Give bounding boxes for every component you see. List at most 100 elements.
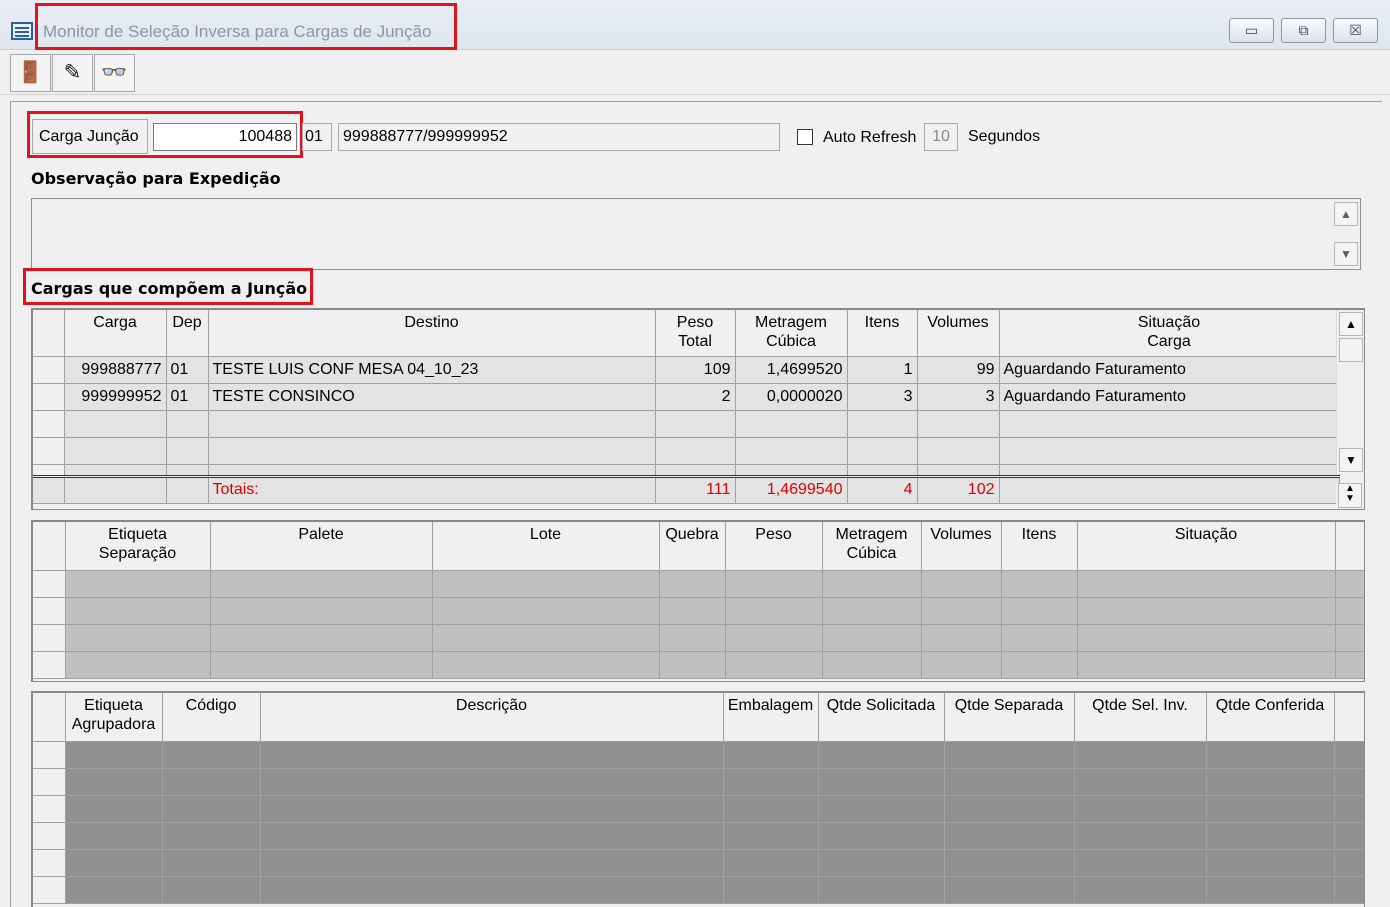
auto-refresh-checkbox[interactable] [797, 129, 813, 145]
col-qtde-separada[interactable]: Qtde Separada [944, 693, 1075, 742]
exit-button[interactable]: 🚪 [10, 54, 51, 92]
table-row[interactable]: 999999952 01 TESTE CONSINCO 2 0,0000020 … [33, 383, 1340, 411]
col-dep[interactable]: Dep [166, 310, 209, 357]
col-agrupadora-line1: Etiqueta [84, 697, 143, 714]
table-row[interactable] [33, 822, 1364, 850]
clear-button[interactable]: ✎ [52, 54, 93, 92]
col-codigo[interactable]: Código [162, 693, 261, 742]
table-row[interactable] [33, 410, 1340, 438]
table-row[interactable] [33, 570, 1364, 598]
table-row[interactable] [33, 795, 1364, 823]
spin-icon[interactable]: ▲ ▼ [1338, 483, 1362, 508]
table-row[interactable] [33, 741, 1364, 769]
cell-dep: 01 [166, 356, 209, 384]
scroll-thumb[interactable] [1339, 338, 1363, 362]
col-agrupadora-line2: Agrupadora [71, 716, 156, 733]
table-row[interactable] [33, 597, 1364, 625]
app-icon[interactable] [11, 22, 33, 40]
col-situacao-line1: Situação [1137, 314, 1201, 331]
cell-itens: 3 [847, 383, 918, 411]
total-volumes: 102 [917, 476, 1000, 504]
col-metragem[interactable]: Metragem Cúbica [735, 310, 848, 357]
col-quebra[interactable]: Quebra [659, 522, 726, 571]
col-palete[interactable]: Palete [210, 522, 433, 571]
table-row[interactable] [33, 464, 1340, 477]
row-indicator-header [33, 310, 65, 357]
table-row[interactable] [33, 849, 1364, 877]
col-situacao[interactable]: Situação [1077, 522, 1336, 571]
col-itens[interactable]: Itens [1001, 522, 1078, 571]
row-indicator-header [33, 693, 66, 742]
refresh-seconds-input[interactable]: 10 [924, 123, 958, 151]
cargas-scrollbar[interactable]: ▲ ▼ [1336, 310, 1364, 474]
seconds-label: Segundos [968, 128, 1041, 145]
scroll-up-icon[interactable]: ▲ [1339, 312, 1363, 336]
auto-refresh-label: Auto Refresh [823, 129, 917, 146]
observacao-scrollbar[interactable]: ▲ ▼ [1332, 199, 1360, 269]
col-etiqueta-separacao[interactable]: Etiqueta Separação [65, 522, 211, 571]
exit-icon: 🚪 [17, 61, 44, 84]
cell-carga: 999888777 [64, 356, 167, 384]
table-row[interactable] [33, 876, 1364, 904]
cell-volumes: 99 [917, 356, 1000, 384]
col-qtde-solicitada[interactable]: Qtde Solicitada [818, 693, 945, 742]
col-volumes[interactable]: Volumes [921, 522, 1002, 571]
totals-spinner[interactable]: ▲ ▼ [1336, 483, 1364, 509]
row-indicator-header [33, 522, 66, 571]
col-peso-line1: Peso [676, 314, 714, 331]
table-row[interactable]: 999888777 01 TESTE LUIS CONF MESA 04_10_… [33, 356, 1340, 384]
deposito-field: 01 [302, 123, 332, 151]
etiquetas-grid: Etiqueta Separação Palete Lote Quebra Pes… [31, 520, 1365, 682]
scroll-down-icon[interactable]: ▼ [1334, 242, 1358, 266]
row-indicator[interactable] [33, 383, 65, 411]
produtos-grid: Etiqueta Agrupadora Código Descrição Emba… [31, 691, 1365, 907]
scroll-down-icon[interactable]: ▼ [1339, 448, 1363, 472]
col-qtde-conferida[interactable]: Qtde Conferida [1206, 693, 1335, 742]
col-itens[interactable]: Itens [847, 310, 918, 357]
observacao-title: Observação para Expedição [31, 169, 281, 188]
observacao-textarea[interactable]: ▲ ▼ [31, 198, 1361, 270]
cell-peso: 109 [655, 356, 736, 384]
toolbar: 🚪 ✎ 👓 [0, 51, 1390, 95]
search-button[interactable]: 👓 [94, 54, 135, 92]
col-peso-total[interactable]: Peso Total [655, 310, 736, 357]
col-descricao[interactable]: Descrição [260, 693, 724, 742]
close-button[interactable]: ☒ [1333, 18, 1378, 43]
cell-metragem: 0,0000020 [735, 383, 848, 411]
col-destino[interactable]: Destino [208, 310, 656, 357]
table-row[interactable] [33, 437, 1340, 465]
highlight-title [35, 3, 457, 50]
col-carga[interactable]: Carga [64, 310, 167, 357]
cell-itens: 1 [847, 356, 918, 384]
totals-row: Totais: 111 1,4699540 4 102 [33, 476, 1340, 504]
table-row[interactable] [33, 651, 1364, 679]
col-volumes[interactable]: Volumes [917, 310, 1000, 357]
highlight-cargas-title [23, 268, 313, 305]
col-metragem[interactable]: Metragem Cúbica [822, 522, 922, 571]
row-indicator[interactable] [33, 356, 65, 384]
col-embalagem[interactable]: Embalagem [723, 693, 819, 742]
col-peso[interactable]: Peso [725, 522, 823, 571]
eraser-icon: ✎ [63, 61, 82, 84]
total-metragem: 1,4699540 [735, 476, 848, 504]
col-situacao[interactable]: Situação Carga [999, 310, 1340, 357]
col-lote[interactable]: Lote [432, 522, 660, 571]
cell-dep: 01 [166, 383, 209, 411]
col-etiqueta-agrupadora[interactable]: Etiqueta Agrupadora [65, 693, 163, 742]
highlight-carga-juncao [27, 111, 303, 158]
cell-destino: TESTE CONSINCO [208, 383, 656, 411]
total-itens: 4 [847, 476, 918, 504]
cell-volumes: 3 [917, 383, 1000, 411]
col-qtde-sel-inv[interactable]: Qtde Sel. Inv. [1074, 693, 1207, 742]
cell-peso: 2 [655, 383, 736, 411]
col-situacao-line2: Carga [1147, 333, 1191, 350]
scroll-up-icon[interactable]: ▲ [1334, 202, 1358, 226]
cell-carga: 999999952 [64, 383, 167, 411]
cell-destino: TESTE LUIS CONF MESA 04_10_23 [208, 356, 656, 384]
header-filler [1334, 693, 1364, 742]
maximize-button[interactable]: ⧉ [1281, 18, 1326, 43]
table-row[interactable] [33, 624, 1364, 652]
minimize-button[interactable]: ▭ [1229, 18, 1274, 43]
cell-metragem: 1,4699520 [735, 356, 848, 384]
table-row[interactable] [33, 768, 1364, 796]
